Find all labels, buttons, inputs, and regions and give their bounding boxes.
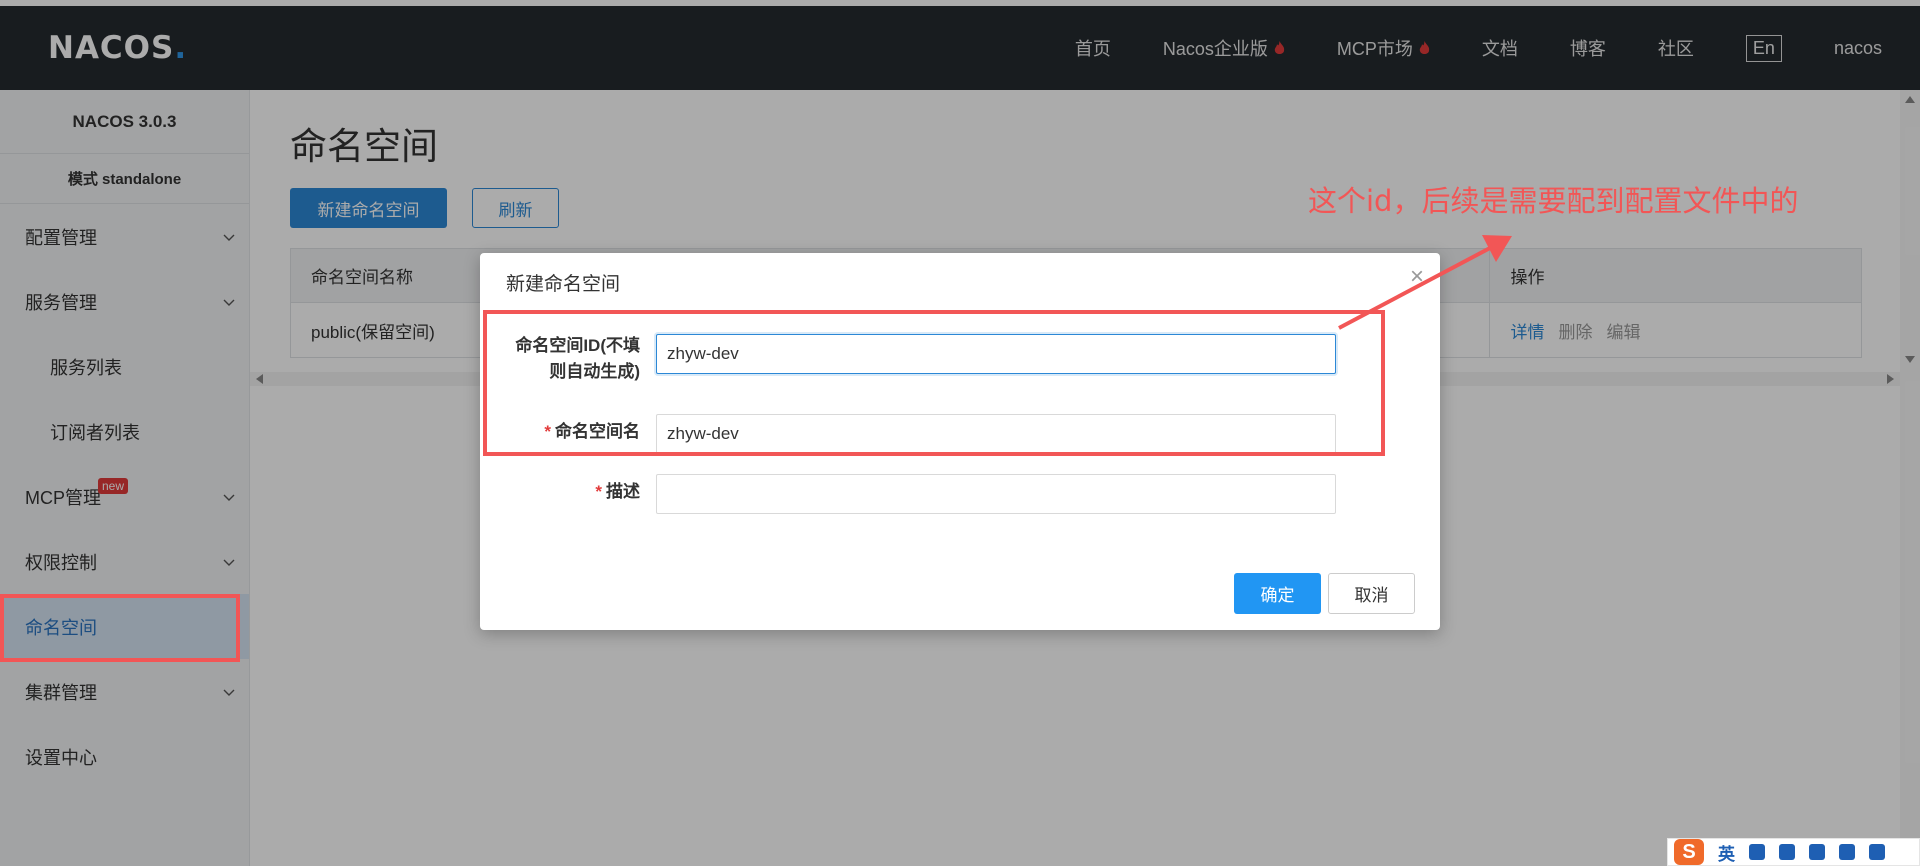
dialog-title: 新建命名空间 [506,274,621,295]
ime-toolbar[interactable]: S 英 [1667,838,1920,866]
cancel-button[interactable]: 取消 [1328,573,1415,614]
description-input[interactable] [656,474,1336,514]
ime-mode[interactable]: 英 [1718,840,1735,865]
close-icon[interactable]: × [1410,265,1424,289]
skin-icon[interactable] [1839,844,1855,860]
microphone-icon[interactable] [1779,844,1795,860]
punctuation-icon[interactable] [1749,844,1765,860]
annotation-highlight-fields [483,310,1385,456]
toolbox-icon[interactable] [1869,844,1885,860]
keyboard-icon[interactable] [1809,844,1825,860]
annotation-text: 这个id，后续是需要配到配置文件中的 [1308,184,1799,218]
annotation-highlight-namespace-menu [0,594,240,662]
sogou-icon[interactable]: S [1674,839,1704,865]
confirm-button[interactable]: 确定 [1234,573,1321,614]
description-label: * 描述 [595,482,640,501]
